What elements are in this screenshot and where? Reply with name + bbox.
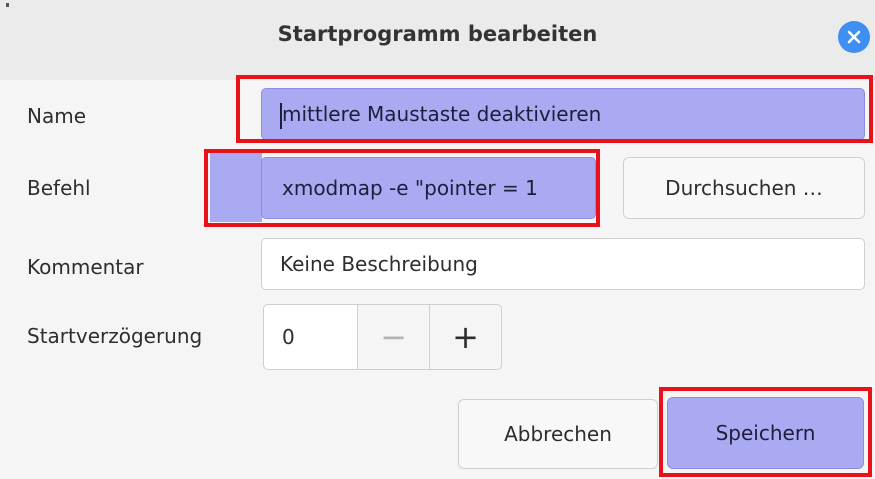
- delay-label: Startverzögerung: [27, 324, 203, 348]
- command-highlight-fill: [210, 152, 262, 222]
- cancel-button[interactable]: Abbrechen: [458, 399, 658, 469]
- close-icon: [847, 30, 861, 44]
- dialog-title: Startprogramm bearbeiten: [277, 22, 598, 46]
- delay-input[interactable]: 0: [263, 304, 358, 370]
- decrement-button[interactable]: −: [357, 304, 430, 370]
- name-label: Name: [27, 104, 87, 128]
- window-corner-mark: [6, 3, 9, 7]
- minus-icon: −: [380, 318, 407, 356]
- comment-input[interactable]: Keine Beschreibung: [261, 238, 865, 290]
- close-button[interactable]: [838, 21, 870, 53]
- save-button[interactable]: Speichern: [667, 397, 864, 469]
- comment-label: Kommentar: [27, 255, 144, 279]
- name-input-value: mittlere Maustaste deaktivieren: [282, 102, 602, 126]
- command-input[interactable]: xmodmap -e "pointer = 1: [261, 157, 596, 219]
- increment-button[interactable]: +: [429, 304, 502, 370]
- name-input[interactable]: mittlere Maustaste deaktivieren: [261, 88, 865, 140]
- edit-startup-dialog: Startprogramm bearbeiten Name mittlere M…: [0, 0, 875, 479]
- browse-button[interactable]: Durchsuchen …: [623, 157, 865, 219]
- plus-icon: +: [452, 318, 479, 356]
- title-bar: Startprogramm bearbeiten: [0, 0, 875, 80]
- command-label: Befehl: [27, 176, 91, 200]
